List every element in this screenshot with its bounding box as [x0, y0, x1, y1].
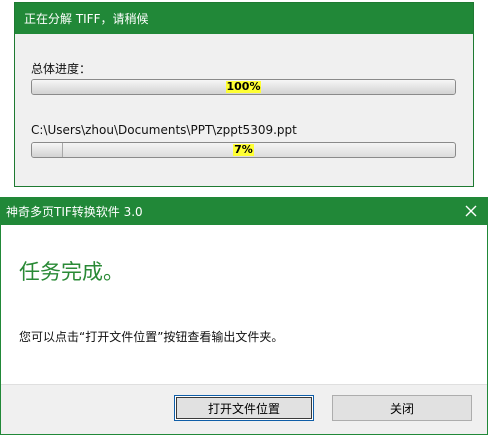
close-button[interactable]: 关闭	[332, 395, 472, 421]
progress-titlebar: 正在分解 TIFF，请稍候	[15, 3, 473, 34]
dialog-message: 您可以点击“打开文件位置”按钮查看输出文件夹。	[19, 330, 284, 344]
progress-window: 正在分解 TIFF，请稍候 总体进度： 100% C:\Users\zhou\D…	[14, 2, 474, 187]
progress-body: 总体进度： 100% C:\Users\zhou\Documents\PPT\z…	[15, 34, 473, 186]
open-file-location-button[interactable]: 打开文件位置	[174, 395, 314, 421]
progress-title: 正在分解 TIFF，请稍候	[24, 12, 149, 26]
dialog-footer: 打开文件位置 关闭	[1, 384, 487, 434]
overall-progress-label: 总体进度：	[31, 62, 92, 76]
file-progress-percent: 7%	[233, 143, 254, 156]
completion-dialog: 神奇多页TIF转换软件 3.0 任务完成。 您可以点击“打开文件位置”按钮查看输…	[0, 197, 488, 435]
dialog-title: 神奇多页TIF转换软件 3.0	[6, 205, 143, 219]
file-progress-bar: 7%	[31, 142, 456, 158]
overall-progress-bar: 100%	[31, 79, 456, 95]
overall-progress-percent: 100%	[225, 80, 262, 93]
dialog-heading: 任务完成。	[19, 260, 124, 284]
file-progress-label: C:\Users\zhou\Documents\PPT\zppt5309.ppt	[31, 123, 297, 137]
dialog-titlebar: 神奇多页TIF转换软件 3.0	[1, 198, 487, 225]
close-icon[interactable]	[461, 201, 481, 221]
